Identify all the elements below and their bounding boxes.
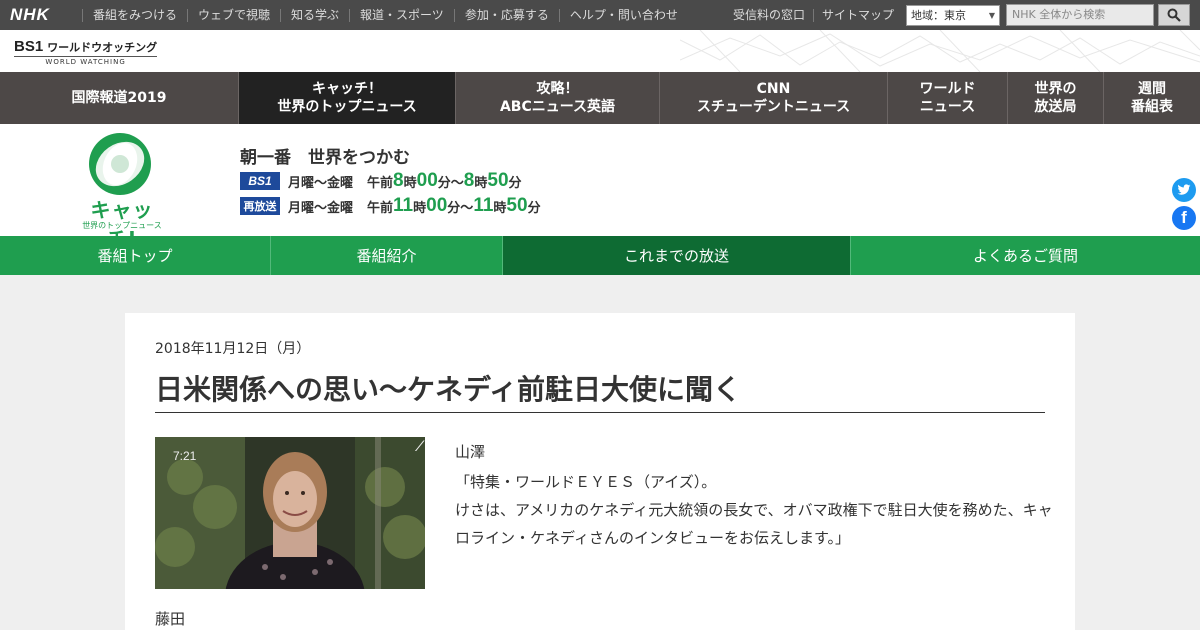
region-select-value: 地域：東京 — [911, 9, 966, 22]
program-tagline: 朝一番 世界をつかむ — [240, 148, 410, 168]
region-select[interactable]: 地域：東京 ▼ — [906, 4, 1000, 26]
schedule-ampm: 午前 — [367, 200, 394, 216]
nhk-right-tools: 受信料の窓口 サイトマップ 地域：東京 ▼ NHK 全体から検索 — [725, 0, 1200, 30]
schedule-days: 月曜～金曜 — [288, 200, 354, 216]
nhk-link-watch-web[interactable]: ウェブで視聴 — [187, 8, 280, 22]
menu-program-intro[interactable]: 番組紹介 — [271, 236, 503, 275]
broadcast-logo-mark: ⁄ — [418, 439, 421, 455]
search-button[interactable] — [1158, 4, 1190, 26]
bs1-logo-title: ワールドウオッチング — [47, 41, 158, 54]
nhk-link-reception-fee[interactable]: 受信料の窓口 — [725, 8, 813, 22]
bs1-badge: BS1 — [240, 172, 280, 190]
catch-logo-subtitle: 世界のトップニュース — [82, 221, 162, 230]
article-title: 日米関係への思い～ケネディ前駐日大使に聞く — [155, 368, 1045, 413]
article-card: 2018年11月12日（月） 日米関係への思い～ケネディ前駐日大使に聞く 7:2… — [125, 313, 1075, 630]
schedule-ampm: 午前 — [367, 175, 394, 191]
menu-faq[interactable]: よくあるご質問 — [851, 236, 1200, 275]
nhk-global-links: 番組をみつける ウェブで視聴 知る学ぶ 報道・スポーツ 参加・応募する ヘルプ・… — [82, 8, 688, 22]
schedule-end-min: 50 — [487, 170, 509, 191]
prognav-abc-news[interactable]: 攻略！ ABCニュース英語 — [456, 72, 660, 124]
nhk-link-participate[interactable]: 参加・応募する — [453, 8, 559, 22]
menu-program-top[interactable]: 番組トップ — [0, 236, 271, 275]
schedule-end-hour: 11 — [473, 195, 494, 216]
nhk-logo[interactable]: NHK — [10, 5, 82, 25]
schedule-end-min: 50 — [506, 195, 528, 216]
thumbnail-timecode: 7:21 — [173, 449, 197, 463]
schedule-row-rebroadcast: 再放送 月曜～金曜 午前 11 時 00 分 ～ 11 時 50 分 — [240, 195, 541, 216]
schedule-start-hour: 8 — [393, 170, 404, 191]
nhk-link-find-programs[interactable]: 番組をみつける — [82, 8, 187, 22]
program-header: キャッチ! 世界のトップニュース 朝一番 世界をつかむ BS1 月曜～金曜 午前… — [0, 124, 1200, 251]
program-menu: 番組トップ 番組紹介 これまでの放送 よくあるご質問 — [0, 236, 1200, 275]
schedule-start-min: 00 — [416, 170, 438, 191]
nhk-global-header: NHK 番組をみつける ウェブで視聴 知る学ぶ 報道・スポーツ 参加・応募する … — [0, 0, 1200, 30]
prognav-world-broadcasters[interactable]: 世界の 放送局 — [1008, 72, 1104, 124]
search-icon — [1167, 8, 1181, 22]
rebroadcast-badge: 再放送 — [240, 197, 280, 215]
bs1-logo-mark: BS1 — [14, 38, 44, 55]
program-nav: 国際報道2019 キャッチ！ 世界のトップニュース 攻略！ ABCニュース英語 … — [0, 72, 1200, 124]
facebook-f-icon: f — [1181, 208, 1187, 227]
header-pattern-decoration — [680, 30, 1200, 72]
schedule-start-min: 00 — [426, 195, 448, 216]
schedule-row-bs1: BS1 月曜～金曜 午前 8時 00 分 ～ 8時 50 分 — [240, 170, 522, 191]
nhk-link-learn[interactable]: 知る学ぶ — [280, 8, 349, 22]
article-thumbnail: 7:21 ⁄ — [155, 437, 425, 589]
schedule-days: 月曜～金曜 — [288, 175, 354, 191]
speaker-name: 藤田 — [155, 610, 186, 628]
catch-logo-emblem[interactable] — [84, 131, 156, 197]
prognav-kokusai-houdou[interactable]: 国際報道2019 — [0, 72, 239, 124]
bs1-world-watching-logo[interactable]: BS1 ワールドウオッチング WORLD WATCHING — [14, 38, 158, 66]
prognav-weekly-schedule[interactable]: 週間 番組表 — [1104, 72, 1200, 124]
prognav-catch[interactable]: キャッチ！ 世界のトップニュース — [239, 72, 456, 124]
nhk-link-sitemap[interactable]: サイトマップ — [812, 8, 902, 22]
schedule-start-hour: 11 — [393, 195, 414, 216]
bs1-logo-subtitle: WORLD WATCHING — [14, 56, 158, 66]
nhk-link-help[interactable]: ヘルプ・問い合わせ — [558, 8, 688, 22]
bs1-header: BS1 ワールドウオッチング WORLD WATCHING — [0, 30, 1200, 72]
twitter-bird-icon — [1177, 184, 1191, 195]
nhk-link-news-sports[interactable]: 報道・スポーツ — [349, 8, 454, 22]
facebook-share-button[interactable]: f — [1172, 206, 1196, 230]
search-input[interactable]: NHK 全体から検索 — [1006, 4, 1154, 26]
article-paragraph: 「特集・ワールドＥＹＥＳ（アイズ）。 けさは、アメリカのケネディ元大統領の長女で… — [455, 473, 1053, 547]
schedule-end-hour: 8 — [463, 170, 475, 191]
speaker-name: 山澤 — [455, 443, 486, 461]
chevron-down-icon: ▼ — [988, 10, 995, 20]
twitter-share-button[interactable] — [1172, 178, 1196, 202]
prognav-cnn-student[interactable]: CNN スチューデントニュース — [660, 72, 888, 124]
prognav-world-news[interactable]: ワールド ニュース — [888, 72, 1008, 124]
menu-past-broadcasts[interactable]: これまでの放送 — [503, 236, 851, 275]
article-date: 2018年11月12日（月） — [155, 341, 311, 357]
